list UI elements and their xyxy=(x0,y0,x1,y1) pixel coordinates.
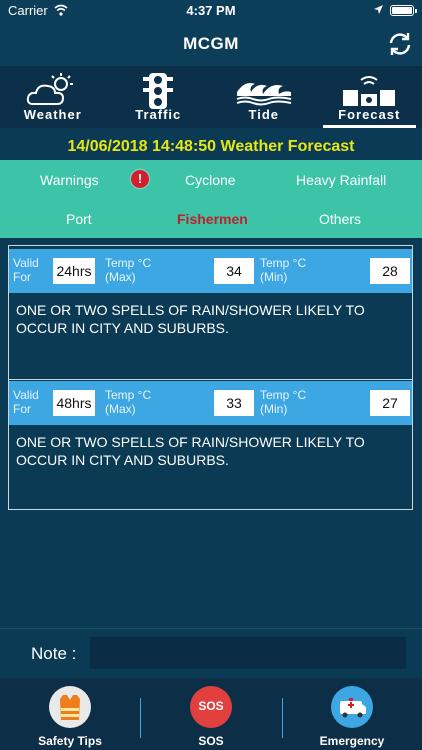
sos-button[interactable]: SOS SOS xyxy=(161,686,261,748)
safety-tips-label: Safety Tips xyxy=(38,734,102,748)
tab-forecast-label: Forecast xyxy=(338,107,401,122)
tab-weather-label: Weather xyxy=(23,107,82,122)
temp-max-value: 34 xyxy=(214,258,254,284)
nav-bar: MCGM xyxy=(0,22,422,66)
main-tabs: Weather Traffic Tide Forecast xyxy=(0,66,422,128)
valid-label: Valid xyxy=(13,388,39,402)
max-label: (Max) xyxy=(105,270,136,284)
status-bar: Carrier 4:37 PM xyxy=(0,0,422,22)
valid-hours: 48hrs xyxy=(53,390,95,416)
category-cyclone[interactable]: Cyclone xyxy=(185,172,236,188)
note-input[interactable] xyxy=(90,637,406,669)
valid-hours: 24hrs xyxy=(53,258,95,284)
min-label: (Min) xyxy=(260,402,288,416)
traffic-light-icon xyxy=(143,73,174,109)
max-label: (Max) xyxy=(105,402,136,416)
wave-icon xyxy=(236,83,291,106)
app-title: MCGM xyxy=(183,34,239,53)
forecast-card: Valid For 48hrs Temp °C (Max) 33 Temp °C… xyxy=(9,381,412,512)
forecast-title: 14/06/2018 14:48:50 Weather Forecast xyxy=(0,128,422,158)
clock: 4:37 PM xyxy=(186,3,236,18)
sos-icon: SOS xyxy=(190,686,232,728)
tab-traffic-label: Traffic xyxy=(135,107,182,122)
safety-vest-icon xyxy=(49,686,91,728)
category-others[interactable]: Others xyxy=(319,211,361,227)
temp-min-label: Temp °C xyxy=(260,256,307,270)
category-fishermen[interactable]: Fishermen xyxy=(177,211,248,227)
note-label: Note : xyxy=(31,644,77,663)
divider xyxy=(282,698,283,738)
forecast-description: ONE OR TWO SPELLS OF RAIN/SHOWER LIKELY … xyxy=(16,302,365,336)
temp-min-label: Temp °C xyxy=(260,388,307,402)
forecast-icon xyxy=(343,76,396,106)
for-label: For xyxy=(13,270,31,284)
category-port[interactable]: Port xyxy=(66,211,92,227)
forecast-card-header: Valid For 24hrs Temp °C (Max) 34 Temp °C… xyxy=(9,249,412,293)
sos-label: SOS xyxy=(198,734,224,748)
for-label: For xyxy=(13,402,31,416)
divider xyxy=(140,698,141,738)
tab-tide-label: Tide xyxy=(248,107,279,122)
min-label: (Min) xyxy=(260,270,288,284)
forecast-description: ONE OR TWO SPELLS OF RAIN/SHOWER LIKELY … xyxy=(16,434,365,468)
tab-weather[interactable]: Weather xyxy=(0,66,106,128)
alert-icon: ! xyxy=(131,170,149,188)
temp-max-label: Temp °C xyxy=(105,256,152,270)
temp-min-value: 28 xyxy=(370,258,410,284)
ambulance-icon xyxy=(331,686,373,728)
location-arrow-icon xyxy=(374,5,383,14)
note-row: Note : xyxy=(0,628,422,676)
tab-forecast[interactable]: Forecast xyxy=(317,66,422,128)
refresh-icon[interactable] xyxy=(386,30,414,58)
valid-label: Valid xyxy=(13,256,39,270)
battery-icon xyxy=(390,5,417,16)
category-warnings[interactable]: Warnings xyxy=(40,172,99,188)
temp-max-value: 33 xyxy=(214,390,254,416)
forecast-card: Valid For 24hrs Temp °C (Max) 34 Temp °C… xyxy=(9,249,412,380)
temp-max-label: Temp °C xyxy=(105,388,152,402)
category-panel: Warnings ! Cyclone Heavy Rainfall Port F… xyxy=(0,160,422,238)
bottom-bar: Safety Tips SOS SOS Emergency xyxy=(0,678,422,750)
forecast-list[interactable]: Valid For 24hrs Temp °C (Max) 34 Temp °C… xyxy=(8,245,413,510)
tab-tide[interactable]: Tide xyxy=(211,66,317,128)
emergency-label: Emergency xyxy=(319,734,385,748)
temp-min-value: 27 xyxy=(370,390,410,416)
forecast-card-header: Valid For 48hrs Temp °C (Max) 33 Temp °C… xyxy=(9,381,412,425)
safety-tips-button[interactable]: Safety Tips xyxy=(20,686,120,748)
emergency-button[interactable]: Emergency xyxy=(302,686,402,748)
tab-traffic[interactable]: Traffic xyxy=(106,66,212,128)
sos-badge-text: SOS xyxy=(198,699,224,713)
weather-icon xyxy=(26,73,73,105)
category-heavy-rainfall[interactable]: Heavy Rainfall xyxy=(296,172,386,188)
